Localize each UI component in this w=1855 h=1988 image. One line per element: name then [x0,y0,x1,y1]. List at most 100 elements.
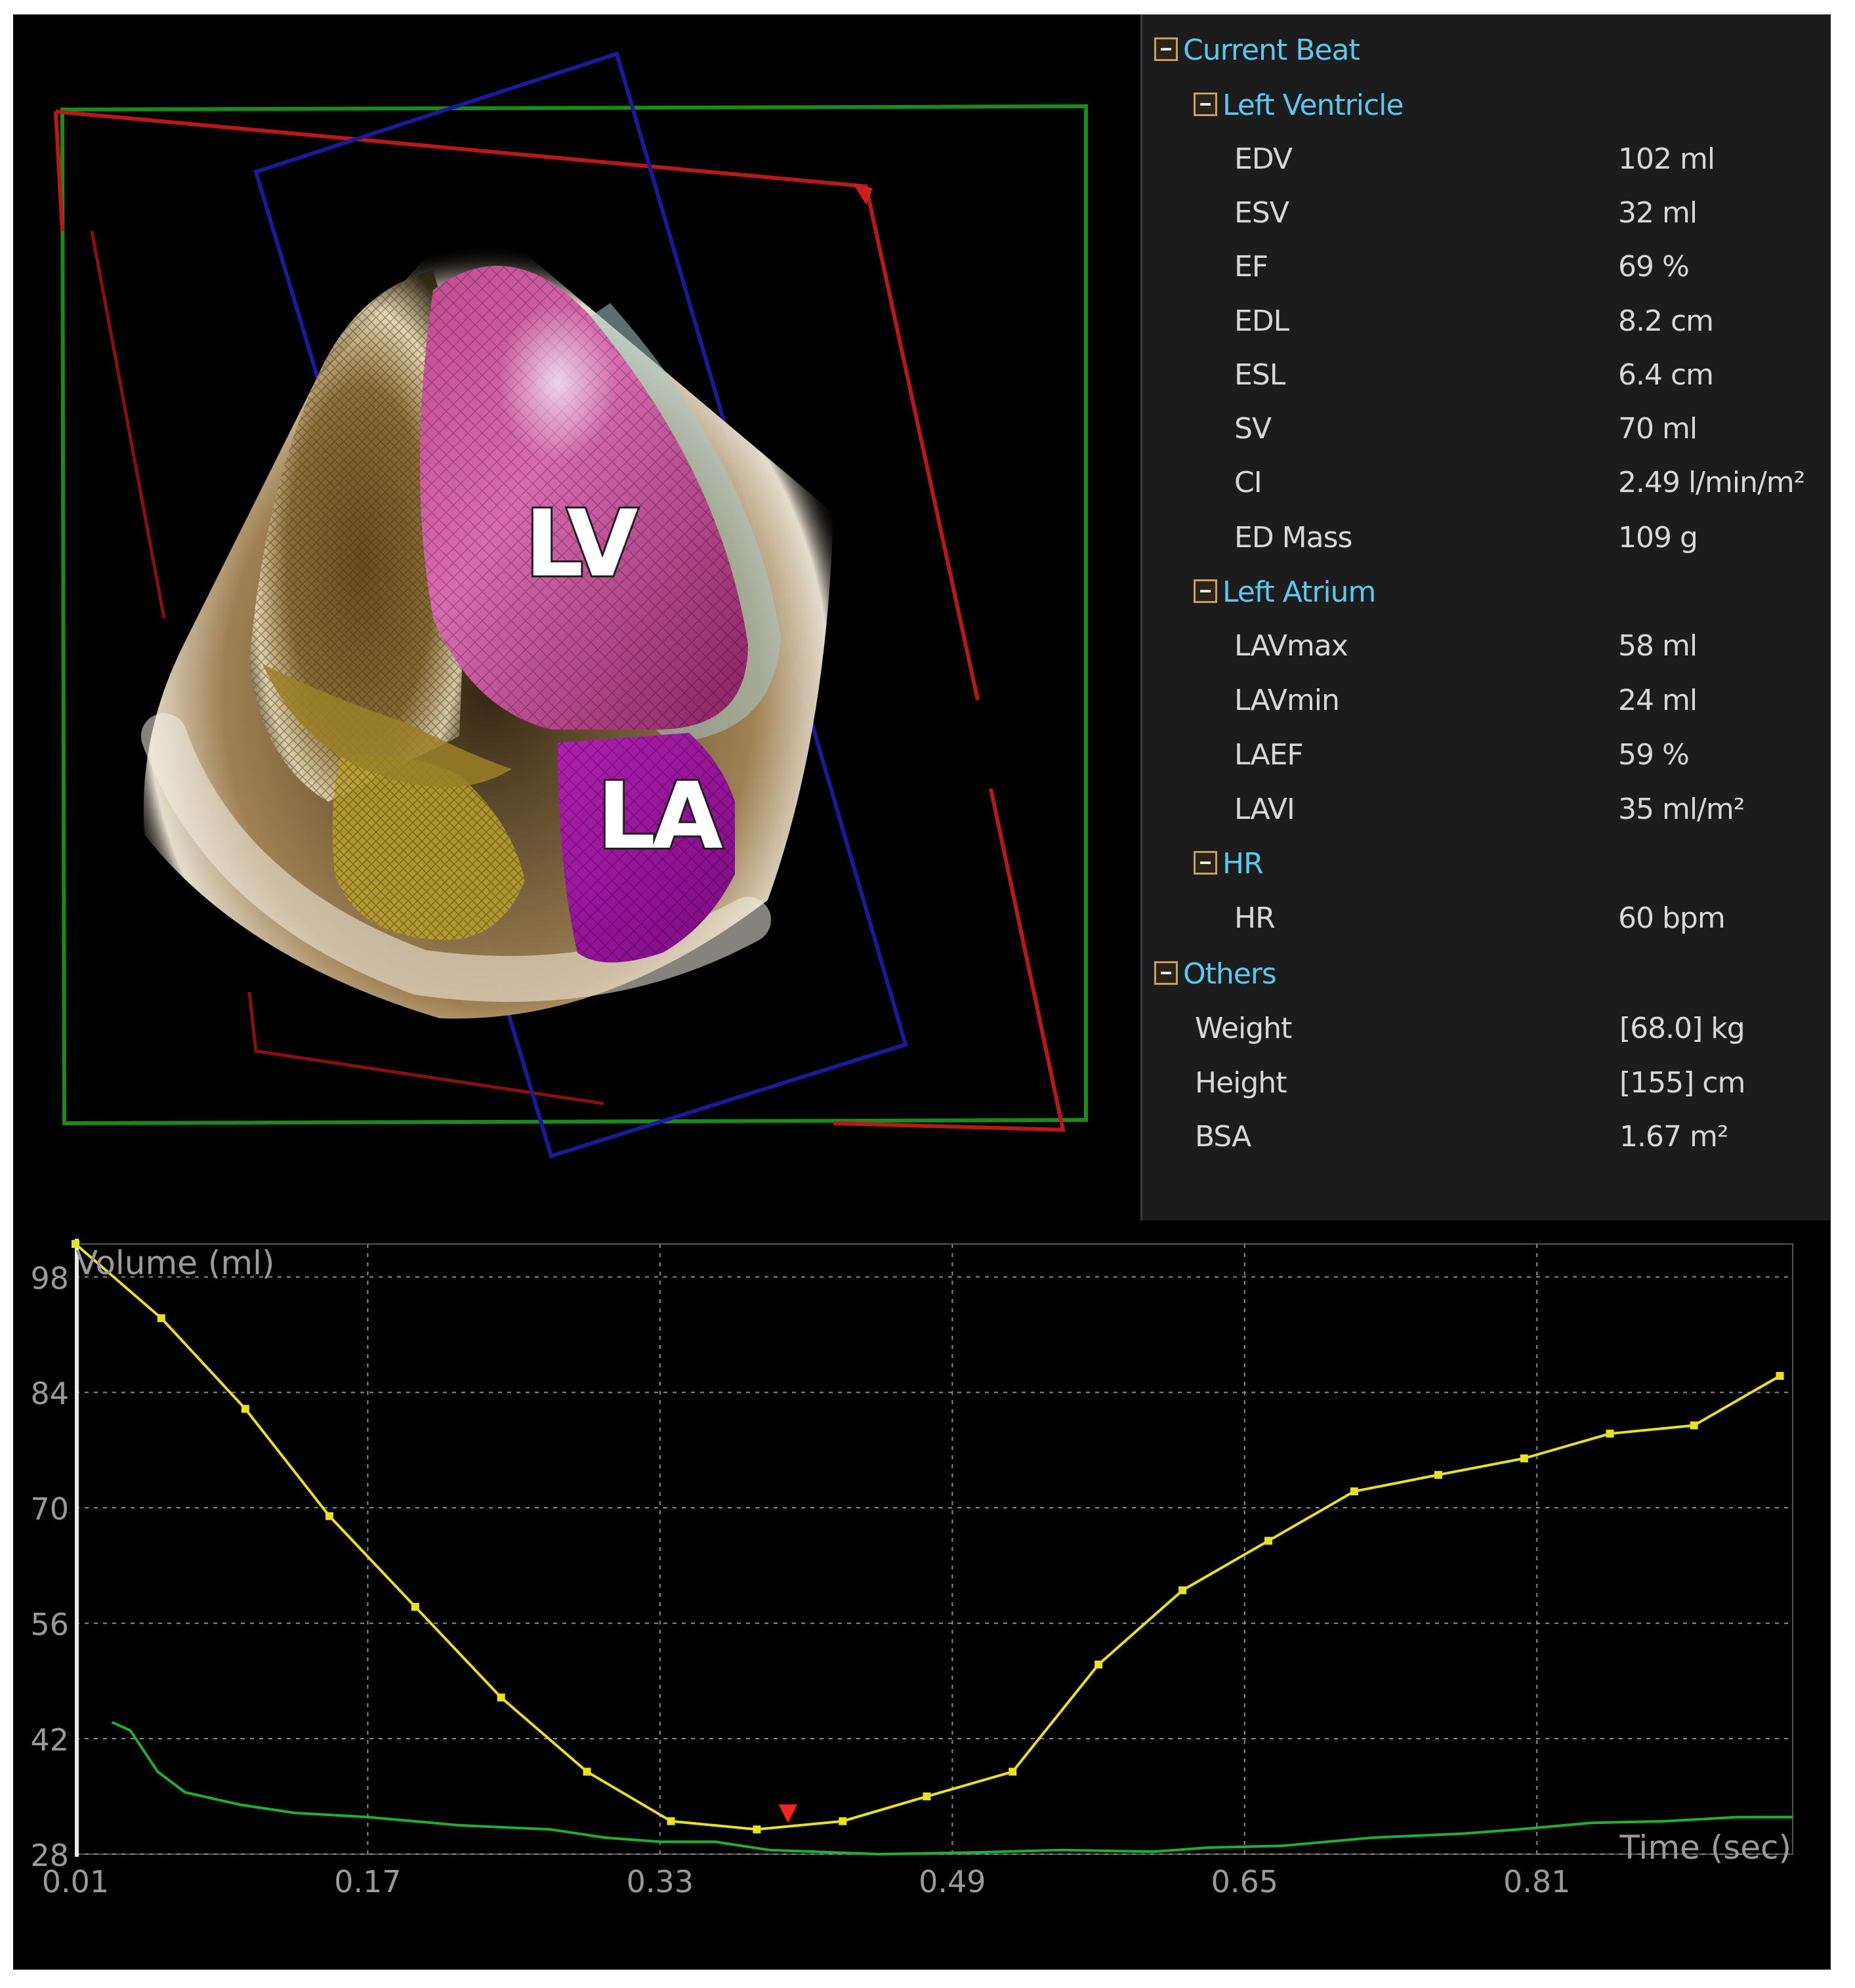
measurement-value: 2.49 l/min/m² [1618,466,1805,499]
lv-volume-point [1776,1372,1784,1380]
measurement-label: EDL [1234,304,1289,338]
lv-volume-point [411,1602,419,1611]
measurement-label: CI [1234,466,1262,499]
measurement-label: EDV [1234,142,1293,176]
tree-node-others[interactable]: Others [1154,953,1277,996]
collapse-icon[interactable] [1194,93,1217,116]
measurement-label: Weight [1195,1012,1292,1045]
collapse-icon[interactable] [1154,961,1178,985]
lv-volume-point [583,1768,591,1776]
lv-volume-point [325,1512,333,1520]
x-tick-label: 0.17 [334,1864,401,1899]
current-frame-marker-icon[interactable] [778,1804,797,1823]
y-tick-label: 98 [30,1260,69,1296]
measurement-row-ef: EF 69 % [1234,245,1825,289]
tree-node-current-beat[interactable]: Current Beat [1154,29,1360,72]
lv-volume-point [1606,1430,1614,1438]
x-tick-label: 0.81 [1503,1864,1570,1899]
measurement-value: 1.67 m² [1619,1120,1728,1153]
panel-divider [13,1220,1831,1226]
lv-volume-point [241,1405,249,1413]
measurement-label: ESL [1234,358,1285,392]
lv-volume-point [667,1817,675,1825]
ultrasound-screen: LV LA Current Beat Left Ventricle EDV 102… [13,14,1831,1970]
measurement-label: ED Mass [1234,521,1352,554]
measurement-value: 69 % [1618,250,1690,283]
measurement-row-laef: LAEF 59 % [1234,734,1825,777]
lv-volume-point [1350,1487,1358,1496]
measurement-label: EF [1234,250,1268,283]
measurement-value: [68.0] kg [1619,1012,1745,1045]
tree-node-left-atrium[interactable]: Left Atrium [1194,571,1376,614]
lv-volume-point [1178,1586,1187,1594]
lv-volume-point [1264,1537,1272,1545]
3d-heart-viewport[interactable]: LV LA [13,14,1138,1220]
lv-label: LV [525,491,638,598]
measurement-value: 59 % [1618,738,1690,772]
measurement-row-ci: CI 2.49 l/min/m² [1234,461,1825,505]
measurement-row-height: Height [155] cm [1195,1062,1825,1105]
y-axis-label: Volume (ml) [75,1244,274,1282]
lv-volume-point [497,1693,505,1702]
collapse-icon[interactable] [1194,851,1217,875]
measurement-row-lavmin: LAVmin 24 ml [1234,679,1825,722]
x-axis-label: Time (sec) [1619,1829,1791,1867]
measurement-label: LAVI [1234,793,1295,826]
y-tick-label: 70 [30,1491,69,1527]
lv-volume-point [157,1314,165,1323]
lv-volume-point [1009,1768,1017,1776]
tree-node-left-ventricle[interactable]: Left Ventricle [1194,84,1404,127]
series-layer [72,1239,1793,1857]
measurement-value: 60 bpm [1618,901,1726,935]
la-label: LA [597,763,722,870]
collapse-icon[interactable] [1194,579,1217,603]
measurements-panel: Current Beat Left Ventricle EDV 102 ml ES… [1140,14,1831,1220]
measurement-row-bsa: BSA 1.67 m² [1195,1115,1825,1159]
volume-time-chart[interactable]: 98 84 70 56 42 28 0.01 0.17 0.33 0.49 0.65 0.81 Vo… [13,1226,1831,1970]
y-tick-label: 56 [30,1607,69,1642]
measurement-value: 35 ml/m² [1618,793,1745,826]
plot-frame [75,1243,1793,1855]
y-tick-label: 84 [30,1376,69,1411]
group-title: HR [1222,847,1264,880]
measurement-label: LAVmin [1234,684,1340,717]
group-title: Left Ventricle [1222,89,1404,122]
tree-node-hr[interactable]: HR [1194,842,1264,886]
lv-volume-point [1434,1470,1442,1479]
lv-volume-point [839,1817,847,1825]
x-tick-label: 0.33 [627,1864,694,1899]
lv-volume-point [1690,1421,1698,1430]
lv-volume-line [74,1243,1781,1831]
grid-lines [75,1243,1793,1855]
measurement-row-lavi: LAVI 35 ml/m² [1234,788,1825,831]
measurement-value: 6.4 cm [1618,358,1714,392]
y-tick-label: 42 [30,1722,69,1758]
x-axis-ticks: 0.01 0.17 0.33 0.49 0.65 0.81 [42,1864,1571,1899]
measurement-row-edl: EDL 8.2 cm [1234,300,1825,343]
measurement-row-sv: SV 70 ml [1234,407,1825,451]
measurement-label: SV [1234,412,1272,445]
volume-curve-plot: 988470564228 0.01 0.17 0.33 0.49 0.65 0.81 Vo… [30,1239,1793,1899]
measurement-value: 24 ml [1618,684,1698,717]
measurement-row-ed-mass: ED Mass 109 g [1234,516,1825,560]
measurement-label: LAVmax [1234,629,1348,663]
measurement-row-esl: ESL 6.4 cm [1234,354,1825,397]
section-title: Others [1183,957,1277,991]
measurement-value: [155] cm [1619,1066,1745,1100]
y-axis-ticks: 988470564228 [30,1260,69,1873]
lv-volume-point [1094,1660,1103,1668]
measurement-label: ESV [1234,196,1289,230]
measurement-value: 70 ml [1618,412,1698,445]
measurement-label: Height [1195,1066,1287,1100]
section-title: Current Beat [1183,33,1360,67]
x-tick-label: 0.01 [42,1864,109,1899]
measurement-value: 8.2 cm [1618,304,1714,338]
3d-render-canvas: LV LA [54,51,1088,1159]
measurement-row-esv: ESV 32 ml [1234,192,1825,235]
x-tick-label: 0.49 [919,1864,986,1899]
lv-volume-point [923,1792,931,1801]
measurement-row-weight: Weight [68.0] kg [1195,1007,1825,1050]
measurement-row-lavmax: LAVmax 58 ml [1234,625,1825,668]
measurement-value: 109 g [1618,521,1698,554]
collapse-icon[interactable] [1154,37,1178,61]
